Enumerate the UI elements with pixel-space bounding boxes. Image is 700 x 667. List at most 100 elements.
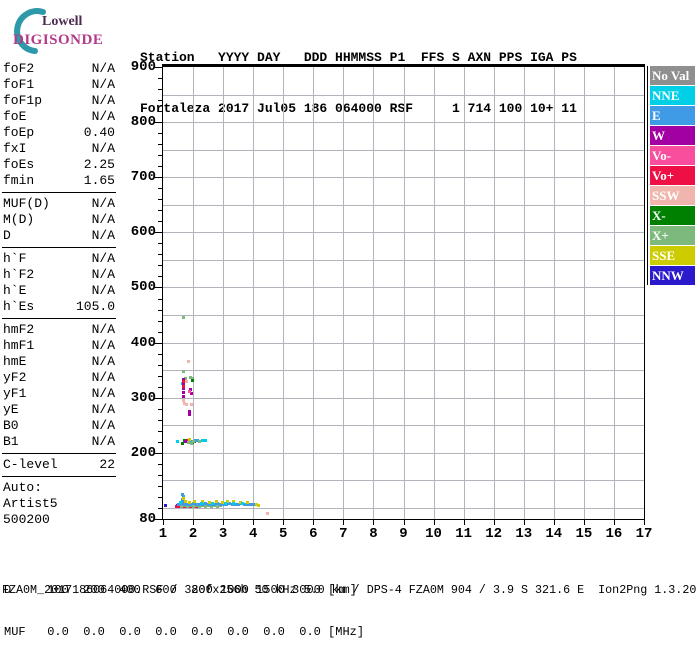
x-tick-label: 9 xyxy=(399,526,408,542)
echo-point xyxy=(178,500,182,504)
parameter-value: N/A xyxy=(91,402,115,417)
parameter-value: N/A xyxy=(91,228,115,243)
x-tick-label: 12 xyxy=(485,526,503,542)
gridline-vertical xyxy=(373,67,375,519)
legend-divider xyxy=(647,66,648,285)
echo-point xyxy=(184,403,188,407)
y-axis-minor-tick xyxy=(158,386,162,388)
gridline-horizontal xyxy=(163,452,644,454)
parameter-panel: foF2 N/A foF1 N/A foF1p N/A foE N/A foEp 0.40 fxI N… xyxy=(2,61,116,528)
y-axis-minor-tick xyxy=(158,221,162,223)
y-tick-label: 200 xyxy=(130,444,156,461)
y-axis-minor-tick xyxy=(158,496,162,498)
echo-point xyxy=(189,402,193,406)
legend-item: NNE xyxy=(650,86,695,105)
y-axis-minor-tick xyxy=(158,78,162,80)
parameter-label: B0 xyxy=(3,418,19,433)
parameter-label: foF1p xyxy=(3,93,43,108)
parameter-label: hmE xyxy=(3,354,27,369)
echo-point xyxy=(186,360,190,364)
echo-point xyxy=(181,496,185,500)
y-axis-tick xyxy=(155,122,162,124)
parameter-value: N/A xyxy=(91,386,115,401)
legend-item: W xyxy=(650,126,695,145)
echo-point xyxy=(193,500,197,504)
legend-item: X+ xyxy=(650,226,695,245)
annotation-line: Auto: xyxy=(3,480,43,495)
y-tick-label: 400 xyxy=(130,334,156,351)
echo-point xyxy=(189,392,193,396)
parameter-label: h`F xyxy=(3,251,27,266)
gridline-horizontal xyxy=(163,122,644,124)
parameter-label: foF1 xyxy=(3,77,35,92)
y-tick-label: 700 xyxy=(130,169,156,186)
gridline-horizontal xyxy=(163,480,644,482)
x-tick-label: 10 xyxy=(425,526,442,542)
parameter-row: C-level 22 xyxy=(3,457,115,473)
echo-point xyxy=(231,502,235,505)
x-tick-label: 14 xyxy=(545,526,563,542)
y-axis-minor-tick xyxy=(158,111,162,113)
parameter-label: foEs xyxy=(3,157,35,172)
parameter-row: B1 N/A xyxy=(3,434,115,450)
parameter-row: foF2 N/A xyxy=(3,61,115,77)
separator-line xyxy=(2,192,116,193)
y-axis-minor-tick xyxy=(158,331,162,333)
echo-point xyxy=(181,316,185,320)
parameter-label: M(D) xyxy=(3,212,35,227)
parameter-row: MUF(D) N/A xyxy=(3,196,115,212)
y-axis-minor-tick xyxy=(158,199,162,201)
echo-point xyxy=(181,384,185,388)
parameter-row: M(D) N/A xyxy=(3,212,115,228)
y-axis-minor-tick xyxy=(158,254,162,256)
echo-point xyxy=(199,502,203,505)
parameter-value: N/A xyxy=(91,212,115,227)
gridline-horizontal xyxy=(163,287,644,289)
file-info-footer: FZA0M_2017186064000.RSF / 320fx256h 50 k… xyxy=(2,583,697,597)
parameter-value: N/A xyxy=(91,418,115,433)
gridline-horizontal xyxy=(163,397,644,399)
parameter-row: hmF1 N/A xyxy=(3,338,115,354)
y-axis-tick xyxy=(155,67,162,68)
legend-item: NNW xyxy=(650,266,695,285)
x-axis-tick xyxy=(644,520,645,525)
echo-point xyxy=(187,437,191,441)
echo-point xyxy=(223,502,227,505)
parameter-label: hmF1 xyxy=(3,338,35,353)
gridline-vertical xyxy=(223,67,225,519)
y-axis-minor-tick xyxy=(158,298,162,300)
legend-item: Vo+ xyxy=(650,166,695,185)
x-axis-tick xyxy=(463,520,465,525)
y-tick-label: 300 xyxy=(130,389,156,406)
parameter-value: N/A xyxy=(91,434,115,449)
y-axis-minor-tick xyxy=(158,309,162,311)
parameter-row: foE N/A xyxy=(3,109,115,125)
parameter-label: yE xyxy=(3,402,19,417)
y-tick-label: 600 xyxy=(130,224,156,241)
parameter-label: foF2 xyxy=(3,61,35,76)
legend-item: X- xyxy=(650,206,695,225)
gridline-vertical xyxy=(613,67,615,519)
y-axis-minor-tick xyxy=(158,188,162,190)
echo-direction-legend: No Val NNE E W Vo- Vo+ SSW X- X+ SSE NNW xyxy=(650,66,695,286)
x-axis-tick xyxy=(163,520,164,525)
legend-item: No Val xyxy=(650,66,695,85)
x-axis-tick xyxy=(553,520,555,525)
echo-point xyxy=(188,389,192,393)
y-tick-label: 80 xyxy=(139,511,156,527)
echo-point xyxy=(188,500,192,504)
x-axis-tick xyxy=(433,520,435,525)
x-tick-label: 1 xyxy=(158,526,168,542)
echo-point xyxy=(175,439,179,443)
parameter-row: foF1p N/A xyxy=(3,93,115,109)
gridline-horizontal xyxy=(163,342,644,344)
y-tick-label: 800 xyxy=(130,114,156,131)
y-axis-tick xyxy=(155,287,162,289)
echo-point xyxy=(245,500,249,504)
parameter-label: C-level xyxy=(3,457,58,472)
y-axis-minor-tick xyxy=(158,320,162,322)
parameter-value: N/A xyxy=(91,370,115,385)
echo-point xyxy=(210,502,214,505)
parameter-row: h`F N/A xyxy=(3,251,115,267)
annotation-line: 500200 xyxy=(3,512,50,527)
